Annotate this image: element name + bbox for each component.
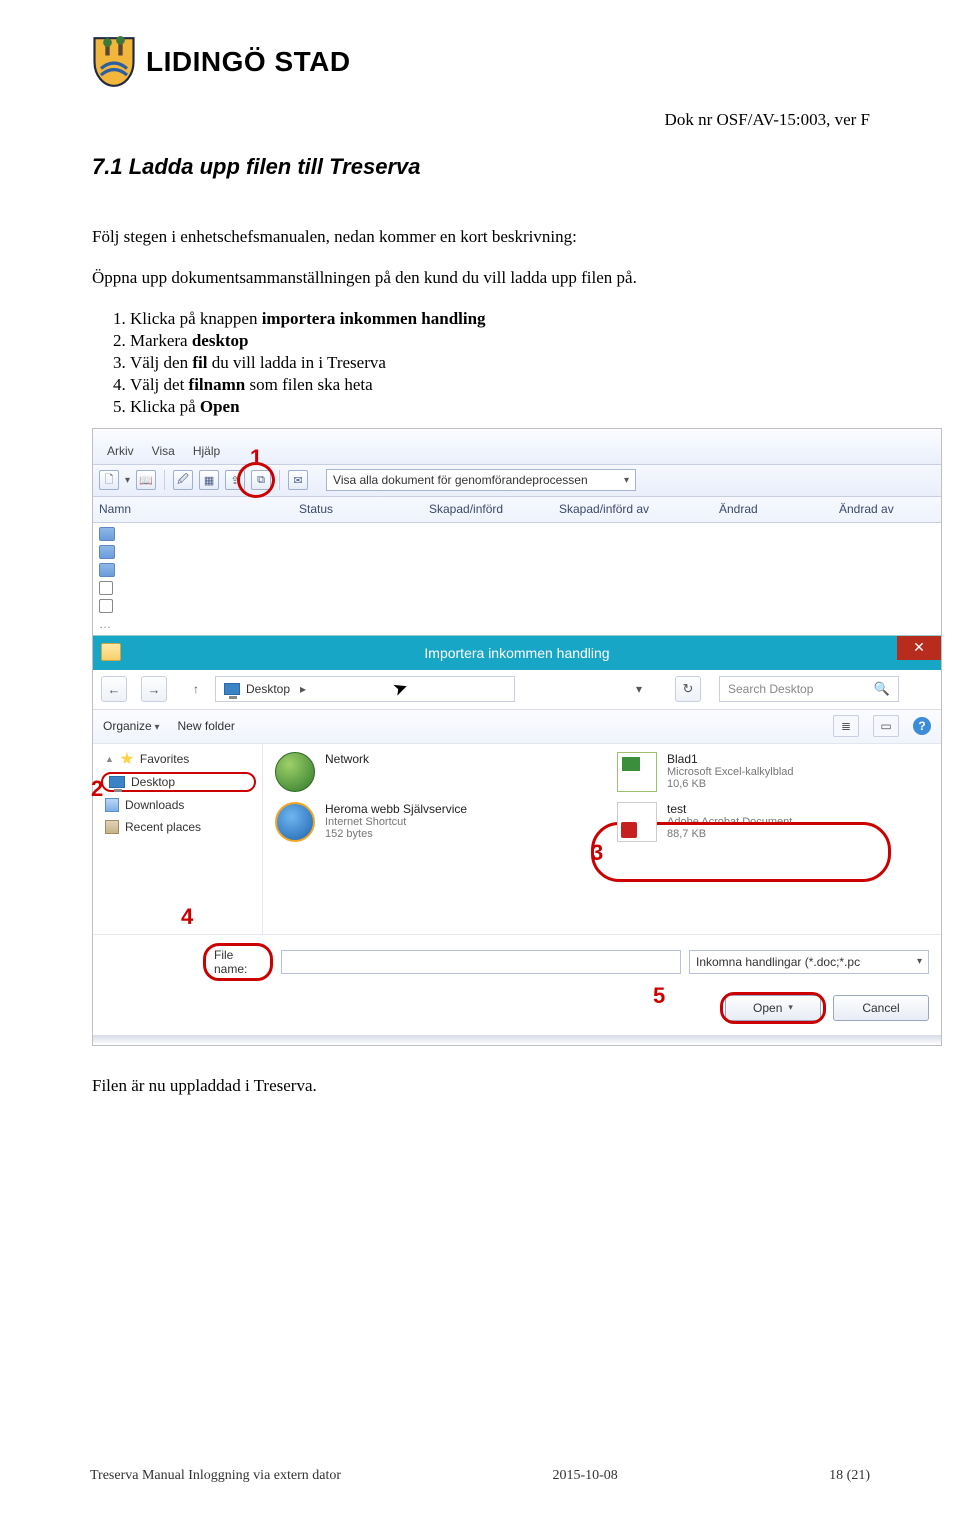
row-book-icon[interactable] [99,563,115,577]
network-icon [275,752,315,792]
section-heading: 7.1 Ladda upp filen till Treserva [92,154,870,180]
desktop-icon [109,776,125,788]
step-item: Klicka på Open [130,396,870,418]
marker-2: 2 [91,776,103,802]
brand-text: LIDINGÖ STAD [146,46,351,78]
tool-icon[interactable]: 🖉 [173,470,193,490]
mail-icon[interactable]: ✉ [288,470,308,490]
new-icon[interactable]: 🗋 [99,470,119,490]
rows-area [93,523,941,617]
breadcrumb-bar: ➤ ← → ↑ Desktop ▸ ▾ ↻ Search Desktop 🔍 [93,670,941,710]
help-icon[interactable]: ? [913,717,931,735]
filter-dropdown[interactable]: Visa alla dokument för genomförandeproce… [326,469,636,491]
app-menubar: Arkiv Visa Hjälp [93,429,941,465]
row-doc-icon[interactable] [99,581,113,595]
row-book-icon[interactable] [99,545,115,559]
footer-mid: 2015-10-08 [552,1468,617,1484]
menu-arkiv[interactable]: Arkiv [107,444,134,458]
col-andrad[interactable]: Ändrad [719,502,839,516]
highlight-ring-1 [237,462,275,498]
ellipsis: … [93,617,941,635]
organize-row: Organize New folder ≣ ▭ ? [93,710,941,744]
dialog-title-text: Importera inkommen handling [424,645,609,661]
sidebar-downloads[interactable]: Downloads [101,796,256,814]
step-item: Markera desktop [130,330,870,352]
dialog-buttons: 5 Open ▾ Cancel [93,989,941,1035]
row-book-icon[interactable] [99,527,115,541]
footer-right: 18 (21) [829,1468,870,1484]
marker-4: 4 [181,904,193,930]
step-item: Klicka på knappen importera inkommen han… [130,308,870,330]
row-doc-icon[interactable] [99,599,113,613]
file-item-blad1[interactable]: Blad1 Microsoft Excel-kalkylblad 10,6 KB [617,752,929,792]
marker-5: 5 [653,983,665,1073]
downloads-icon [105,798,119,812]
file-item-heroma[interactable]: Heroma webb Självservice Internet Shortc… [275,802,587,842]
intro-para-2: Öppna upp dokumentsammanställningen på d… [92,267,870,290]
nav-up-button[interactable]: ↑ [181,682,211,696]
col-namn[interactable]: Namn [99,502,299,516]
page-footer: Treserva Manual Inloggning via extern da… [90,1468,870,1484]
file-dialog: Importera inkommen handling ✕ ➤ ← → ↑ De… [93,635,941,1045]
filename-input[interactable] [281,950,681,974]
organize-menu[interactable]: Organize [103,719,160,733]
close-icon: ✕ [913,639,925,656]
preview-button[interactable]: ▭ [873,715,899,737]
filename-row: File name: Inkomna handlingar (*.doc;*.p… [93,934,941,989]
recent-icon [105,820,119,834]
sidebar-recent[interactable]: Recent places [101,818,256,836]
sidebar-favorites[interactable]: ▲ Favorites [101,750,256,768]
step-item: Välj den fil du vill ladda in i Treserva [130,352,870,374]
menu-hjalp[interactable]: Hjälp [193,444,220,458]
open-button[interactable]: Open ▾ [725,995,821,1021]
city-crest-icon [92,36,136,88]
sidebar-desktop[interactable]: Desktop [101,772,256,792]
document-number: Dok nr OSF/AV-15:003, ver F [665,110,870,130]
filename-label: File name: [214,948,247,976]
cancel-button[interactable]: Cancel [833,995,929,1021]
ie-shortcut-icon [275,802,315,842]
nav-forward-button[interactable]: → [141,676,167,702]
close-button[interactable]: ✕ [897,636,941,660]
file-item-network[interactable]: Network [275,752,587,792]
view-button[interactable]: ≣ [833,715,859,737]
location-label: Desktop [246,682,290,696]
new-folder-button[interactable]: New folder [178,719,235,733]
columns-header: Namn Status Skapad/införd Skapad/införd … [93,497,941,523]
folder-icon [101,643,121,661]
desktop-icon [224,683,240,695]
pdf-icon [617,802,657,842]
book-icon[interactable]: 📖 [136,470,156,490]
col-andrad-av[interactable]: Ändrad av [839,502,941,516]
excel-icon [617,752,657,792]
location-dropdown-icon[interactable]: ▾ [631,682,647,696]
refresh-button[interactable]: ↻ [675,676,701,702]
col-status[interactable]: Status [299,502,429,516]
intro-para-1: Följ stegen i enhetschefsmanualen, nedan… [92,226,870,249]
search-input[interactable]: Search Desktop 🔍 [719,676,899,702]
menu-visa[interactable]: Visa [152,444,175,458]
steps-list: Klicka på knappen importera inkommen han… [130,308,870,418]
nav-back-button[interactable]: ← [101,676,127,702]
filetype-select[interactable]: Inkomna handlingar (*.doc;*.pc [689,950,929,974]
star-icon [120,752,134,766]
col-skapad[interactable]: Skapad/införd [429,502,559,516]
dialog-sidebar: ▲ Favorites Desktop Downloads [93,744,263,934]
dialog-titlebar: Importera inkommen handling ✕ [93,636,941,670]
location-box[interactable]: Desktop ▸ [215,676,515,702]
app-toolbar: 🗋 ▾ 📖 🖉 ▦ ⇪ ⧉ ✉ Visa alla dokument för g… [93,465,941,497]
step-item: Välj det filnamn som filen ska heta [130,374,870,396]
grid-icon[interactable]: ▦ [199,470,219,490]
closing-text: Filen är nu uppladdad i Treserva. [92,1076,870,1096]
col-skapad-av[interactable]: Skapad/införd av [559,502,719,516]
filename-label-highlight: File name: [203,943,273,981]
search-placeholder: Search Desktop [728,682,813,696]
search-icon: 🔍 [874,681,890,697]
highlight-ring-5 [720,992,826,1024]
footer-left: Treserva Manual Inloggning via extern da… [90,1468,341,1484]
screenshot: 1 Arkiv Visa Hjälp 🗋 ▾ 📖 🖉 ▦ ⇪ ⧉ ✉ Visa … [92,428,942,1046]
page-header: LIDINGÖ STAD [92,36,870,88]
chevron-right-icon: ▸ [296,682,306,696]
collapse-icon: ▲ [105,754,114,764]
